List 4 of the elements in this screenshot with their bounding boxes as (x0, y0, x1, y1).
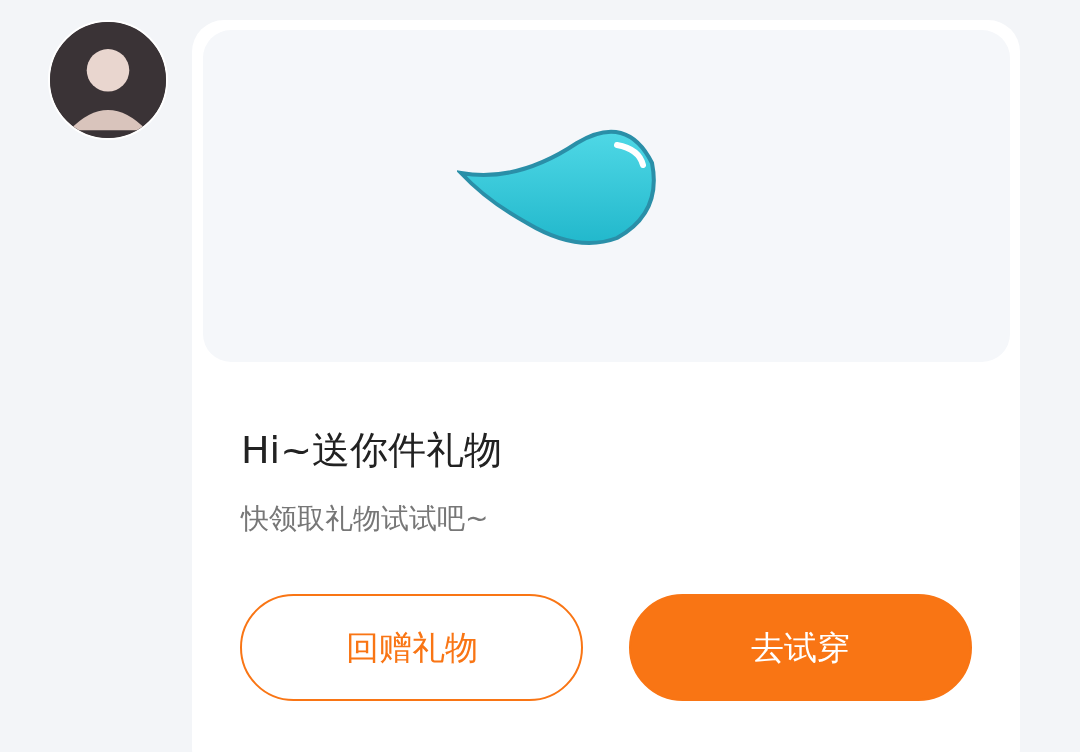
gift-title: Hi~送你件礼物 (241, 427, 503, 474)
try-on-button[interactable]: 去试穿 (629, 593, 972, 701)
return-gift-button[interactable]: 回赠礼物 (240, 593, 583, 701)
gift-subtitle: 快领取礼物试试吧~ (241, 501, 490, 538)
